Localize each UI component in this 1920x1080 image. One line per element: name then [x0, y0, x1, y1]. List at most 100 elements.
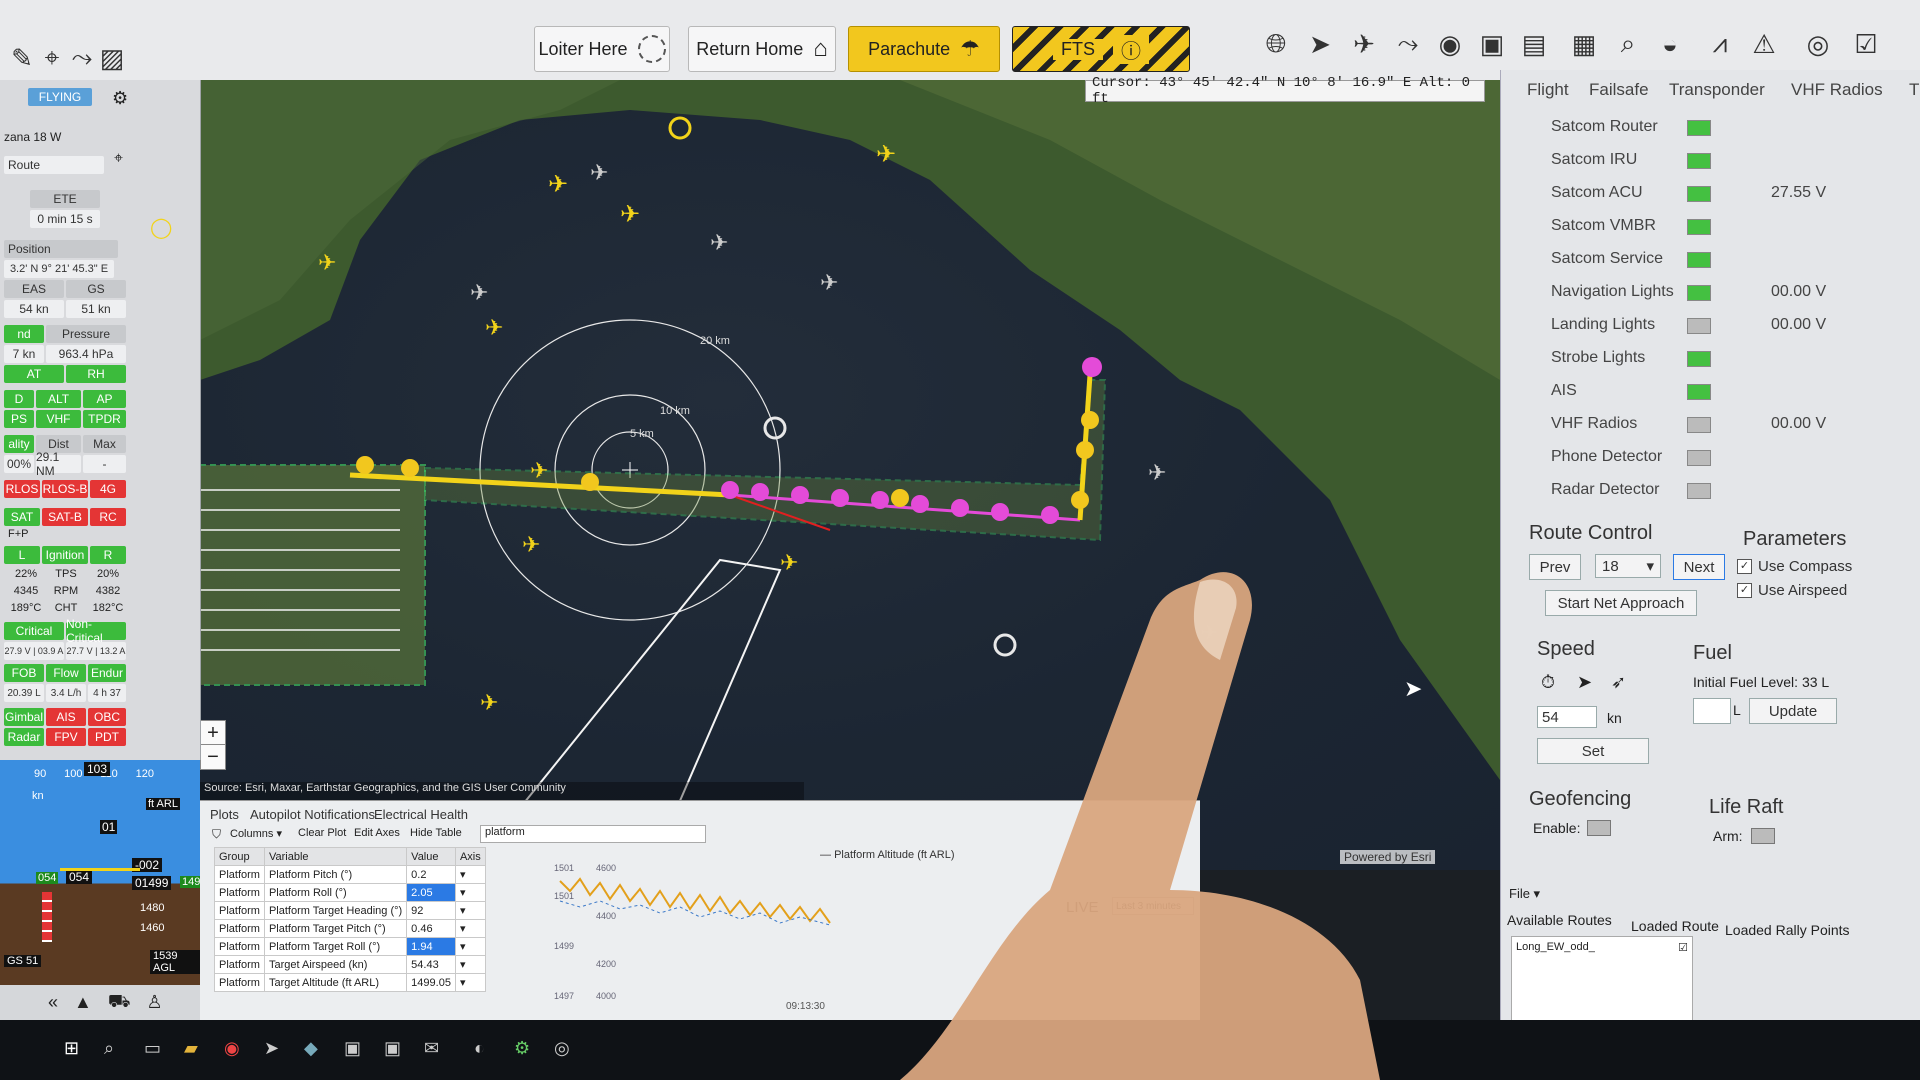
checklist-icon[interactable]: ☑: [1848, 26, 1884, 62]
chart-icon[interactable]: ⩘: [1702, 26, 1738, 62]
traffic-aircraft-icon[interactable]: ✈: [480, 690, 498, 716]
clear-plot-button[interactable]: Clear Plot: [298, 827, 346, 839]
gimbal-icon[interactable]: ◒: [1652, 26, 1688, 62]
axis-cell[interactable]: ▾: [454, 919, 486, 938]
live-indicator[interactable]: LIVE: [1066, 899, 1099, 916]
file-menu[interactable]: File ▾: [1509, 886, 1540, 902]
traffic-aircraft-icon[interactable]: ✈: [820, 270, 838, 296]
table-row[interactable]: Platform Target Altitude (ft ARL) 1499.05 ▾: [214, 973, 486, 992]
timer-icon[interactable]: ⏱: [1541, 672, 1555, 693]
checkbox-icon[interactable]: ☑: [1678, 941, 1688, 954]
prev-waypoint-button[interactable]: Prev: [1529, 554, 1581, 580]
tab-available-routes[interactable]: Available Routes: [1507, 912, 1612, 928]
traffic-aircraft-icon[interactable]: ✈: [590, 160, 608, 186]
app-icon[interactable]: ➤: [264, 1038, 279, 1059]
axis-cell[interactable]: ▾: [454, 973, 486, 992]
route-icon[interactable]: ⤳: [1390, 26, 1426, 62]
collapse-icon[interactable]: «: [48, 992, 58, 1013]
life-raft-arm-toggle[interactable]: [1751, 828, 1775, 844]
zoom-out-button[interactable]: −: [200, 744, 226, 770]
aircraft-icon[interactable]: ✈: [1346, 26, 1382, 62]
vehicle-icon[interactable]: ⛟: [108, 991, 131, 1015]
location-pin-icon[interactable]: ⌖: [114, 150, 123, 168]
settings-gear-icon[interactable]: ⚙: [112, 88, 128, 109]
filter-icon[interactable]: ⛉: [212, 827, 221, 842]
system-toggle[interactable]: [1687, 318, 1711, 334]
traffic-aircraft-icon[interactable]: ✈: [522, 532, 540, 558]
return-home-button[interactable]: Return Home ⌂: [688, 26, 836, 72]
table-row[interactable]: Platform Target Airspeed (kn) 54.43 ▾: [214, 955, 486, 974]
system-toggle[interactable]: [1687, 252, 1711, 268]
tab-autopilot-notifications[interactable]: Autopilot Notifications: [250, 807, 375, 822]
route-list-item[interactable]: Long_EW_odd_ ☑: [1512, 937, 1692, 958]
axis-cell[interactable]: ▾: [454, 937, 486, 956]
fuel-level-input[interactable]: [1693, 698, 1731, 724]
task-view-icon[interactable]: ▭: [144, 1038, 161, 1059]
set-speed-button[interactable]: Set: [1537, 738, 1649, 764]
warning-icon[interactable]: ⚠: [1746, 26, 1782, 62]
person-icon[interactable]: ♙: [147, 992, 163, 1013]
tab-plots[interactable]: Plots: [210, 807, 239, 822]
system-toggle[interactable]: [1687, 186, 1711, 202]
axis-cell[interactable]: ▾: [454, 883, 486, 902]
tab-transponder[interactable]: Transponder: [1669, 80, 1765, 100]
app-icon[interactable]: ◐: [474, 1038, 485, 1059]
table-row[interactable]: Platform Platform Pitch (°) 0.2 ▾: [214, 865, 486, 884]
system-toggle[interactable]: [1687, 483, 1711, 499]
system-toggle[interactable]: [1687, 219, 1711, 235]
terrain-icon[interactable]: ▲: [74, 992, 92, 1013]
columns-menu[interactable]: Columns ▾: [230, 827, 282, 840]
traffic-aircraft-icon[interactable]: ✈: [876, 140, 896, 169]
use-airspeed-checkbox[interactable]: ✓ Use Airspeed: [1737, 582, 1847, 599]
app-icon[interactable]: ◆: [304, 1038, 318, 1059]
system-toggle[interactable]: [1687, 417, 1711, 433]
parachute-button[interactable]: Parachute ☂: [848, 26, 1000, 72]
next-waypoint-button[interactable]: Next: [1673, 554, 1725, 580]
axis-cell[interactable]: ▾: [454, 865, 486, 884]
speed-input[interactable]: 54: [1537, 706, 1597, 728]
system-toggle[interactable]: [1687, 285, 1711, 301]
tab-loaded-route[interactable]: Loaded Route: [1631, 918, 1719, 934]
chrome-icon[interactable]: ◉: [224, 1038, 240, 1059]
search-icon[interactable]: ⌕: [1610, 26, 1646, 62]
variable-filter-input[interactable]: platform: [480, 825, 706, 843]
traffic-aircraft-icon[interactable]: ✈: [710, 230, 728, 256]
app-icon[interactable]: ▣: [344, 1038, 361, 1059]
traffic-aircraft-icon[interactable]: ✈: [620, 200, 640, 229]
app-icon[interactable]: ✉: [424, 1038, 439, 1059]
tab-failsafe[interactable]: Failsafe: [1589, 80, 1649, 100]
heading-mode-icon[interactable]: ➤: [1577, 672, 1592, 693]
col-value[interactable]: Value: [406, 847, 456, 866]
tab-vhf-radios[interactable]: VHF Radios: [1791, 80, 1883, 100]
table-row[interactable]: Platform Platform Roll (°) 2.05 ▾: [214, 883, 486, 902]
file-explorer-icon[interactable]: ▰: [184, 1038, 198, 1059]
camera-icon[interactable]: ◉: [1432, 26, 1468, 62]
app-icon[interactable]: ◎: [554, 1038, 570, 1059]
app-icon[interactable]: ⚙: [514, 1038, 530, 1059]
loiter-here-button[interactable]: Loiter Here: [534, 26, 670, 72]
traffic-aircraft-icon[interactable]: ✈: [530, 458, 548, 484]
waypoint-select[interactable]: 18 ▾: [1595, 554, 1661, 578]
col-axis[interactable]: Axis: [454, 847, 486, 866]
hide-table-button[interactable]: Hide Table: [410, 827, 462, 839]
windows-start-icon[interactable]: ⊞: [64, 1038, 79, 1059]
app-icon[interactable]: ▣: [384, 1038, 401, 1059]
target-icon[interactable]: ◎: [1800, 26, 1836, 62]
start-net-approach-button[interactable]: Start Net Approach: [1545, 590, 1697, 616]
axis-cell[interactable]: ▾: [454, 901, 486, 920]
tab-more[interactable]: T: [1909, 80, 1919, 100]
camera-switch-icon[interactable]: ▤: [1516, 26, 1552, 62]
time-range-select[interactable]: Last 3 minutes: [1112, 897, 1194, 915]
traffic-aircraft-icon[interactable]: ✈: [1200, 620, 1218, 646]
axis-cell[interactable]: ▾: [454, 955, 486, 974]
table-row[interactable]: Platform Platform Target Roll (°) 1.94 ▾: [214, 937, 486, 956]
traffic-aircraft-icon[interactable]: ✈: [485, 315, 503, 341]
update-fuel-button[interactable]: Update: [1749, 698, 1837, 724]
system-toggle[interactable]: [1687, 120, 1711, 136]
globe-icon[interactable]: 🌐︎: [1258, 26, 1294, 62]
table-row[interactable]: Platform Platform Target Heading (°) 92 ▾: [214, 901, 486, 920]
system-toggle[interactable]: [1687, 384, 1711, 400]
grid-icon[interactable]: ▦: [1566, 26, 1602, 62]
system-toggle[interactable]: [1687, 153, 1711, 169]
traffic-aircraft-icon[interactable]: ✈: [470, 280, 488, 306]
